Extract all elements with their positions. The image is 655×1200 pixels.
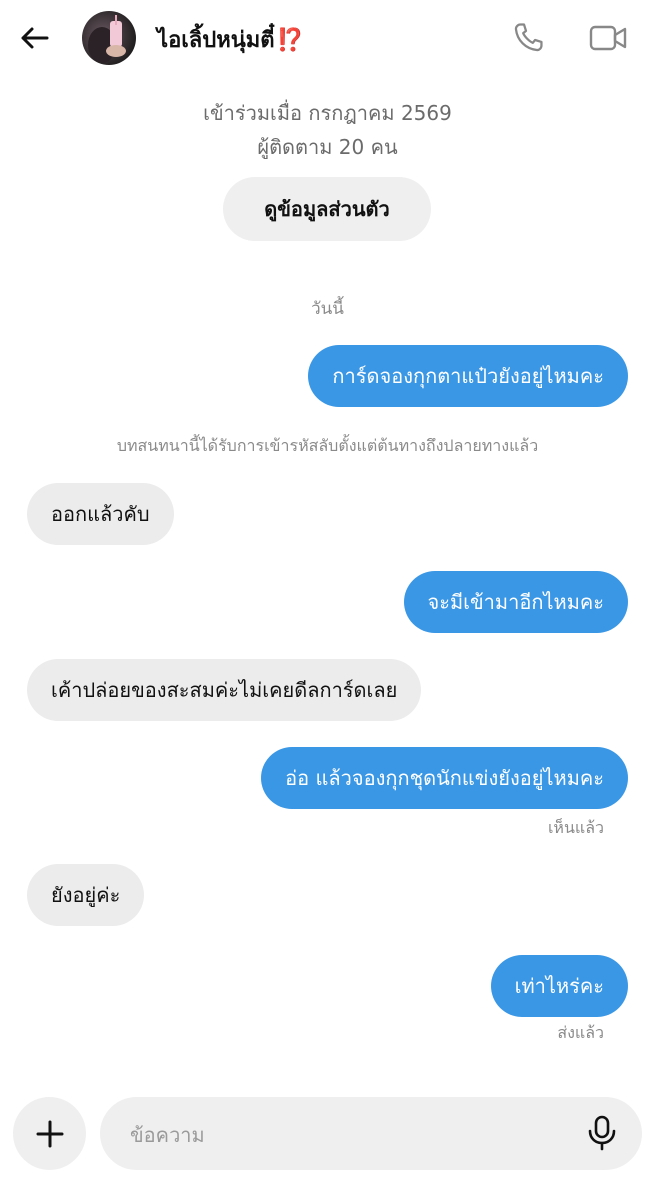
chat-header: ไอเลิ้ปหนุ่มตี๋⁉️ [0, 0, 655, 76]
message-bubble-incoming[interactable]: ยังอยู่ค่ะ [27, 864, 145, 926]
contact-name[interactable]: ไอเลิ้ปหนุ่มตี๋⁉️ [157, 22, 304, 57]
video-camera-icon [589, 25, 627, 51]
date-separator: วันนี้ [311, 299, 344, 319]
name-emoji-badge: ⁉️ [276, 28, 304, 53]
add-attachment-button[interactable] [13, 1097, 86, 1170]
call-button[interactable] [506, 18, 550, 58]
view-profile-button[interactable]: ดูข้อมูลส่วนตัว [223, 177, 431, 241]
contact-name-text: ไอเลิ้ปหนุ่มตี๋ [157, 28, 275, 53]
microphone-icon [588, 1115, 616, 1151]
back-arrow-icon [21, 27, 49, 49]
message-bubble-outgoing[interactable]: การ์ดจองกุกตาแป๋วยังอยู่ไหมคะ [308, 345, 628, 407]
voice-message-button[interactable] [582, 1113, 622, 1153]
chat-screen: ไอเลิ้ปหนุ่มตี๋⁉️ เข้าร่วมเมื่อ กรกฎาคม … [0, 0, 655, 1200]
message-bubble-outgoing[interactable]: จะมีเข้ามาอีกไหมคะ [403, 571, 628, 633]
message-bubble-outgoing[interactable]: อ่อ แล้วจองกุกชุดนักแข่งยังอยู่ไหมคะ [261, 747, 628, 809]
encryption-notice: บทสนทนานี้ได้รับการเข้ารหัสลับตั้งแต่ต้น… [116, 436, 539, 455]
phone-icon [514, 23, 543, 52]
joined-date: เข้าร่วมเมื่อ กรกฎาคม 2569 [203, 101, 452, 125]
avatar[interactable] [82, 11, 136, 65]
seen-status: เห็นแล้ว [547, 818, 604, 837]
message-bubble-outgoing[interactable]: เท่าไหร่คะ [490, 955, 628, 1017]
message-bubble-incoming[interactable]: ออกแล้วคับ [27, 483, 174, 545]
plus-icon [36, 1120, 63, 1147]
sent-status: ส่งแล้ว [557, 1023, 604, 1042]
back-button[interactable] [14, 18, 54, 58]
follower-count: ผู้ติดตาม 20 คน [257, 135, 398, 159]
message-composer [100, 1097, 642, 1172]
message-input[interactable] [128, 1097, 572, 1172]
message-bubble-incoming[interactable]: เค้าปล่อยของสะสมค่ะไม่เคยดีลการ์ดเลย [27, 659, 422, 721]
video-call-button[interactable] [586, 18, 630, 58]
avatar-image [82, 11, 136, 65]
